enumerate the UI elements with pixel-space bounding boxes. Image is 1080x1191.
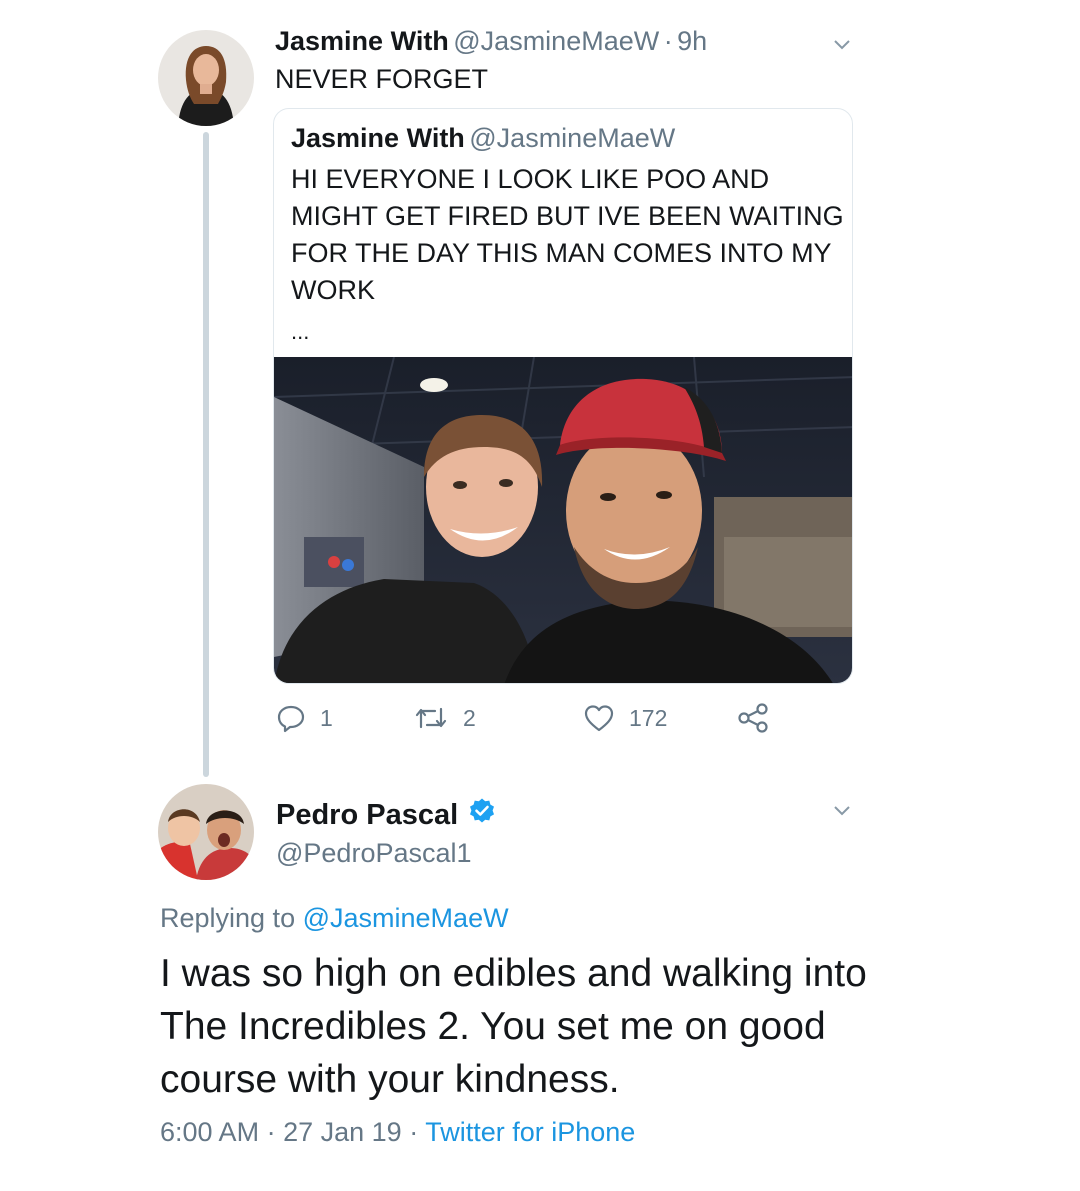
- replying-handle-link[interactable]: @JasmineMaeW: [303, 903, 509, 933]
- tweet-date[interactable]: 27 Jan 19: [283, 1117, 402, 1147]
- quoted-author-handle: @JasmineMaeW: [469, 123, 676, 153]
- avatar-jasmine[interactable]: [158, 30, 254, 126]
- quoted-author-name: Jasmine With: [291, 123, 465, 153]
- reply-count: 1: [320, 704, 333, 731]
- separator: ·: [409, 1117, 419, 1147]
- tweet1-header: Jasmine With @JasmineMaeW · 9h: [275, 26, 707, 57]
- like-icon: [583, 703, 615, 733]
- like-count: 172: [629, 704, 668, 731]
- quoted-tweet-more: ...: [291, 319, 310, 344]
- chevron-down-icon[interactable]: [831, 34, 853, 56]
- tweet-meta: 6:00 AM · 27 Jan 19 · Twitter for iPhone: [160, 1117, 635, 1148]
- thread-line: [203, 132, 209, 777]
- retweet-icon: [413, 703, 449, 733]
- quoted-tweet-photo[interactable]: [274, 356, 852, 683]
- tweet-text: NEVER FORGET: [275, 64, 489, 94]
- author-name[interactable]: Jasmine With: [275, 26, 449, 56]
- separator: ·: [663, 26, 673, 56]
- author-handle[interactable]: @JasmineMaeW: [453, 26, 659, 56]
- quoted-tweet-card[interactable]: Jasmine With @JasmineMaeW HI EVERYONE I …: [273, 108, 853, 684]
- author-name[interactable]: Pedro Pascal: [276, 799, 458, 832]
- replying-prefix: Replying to: [160, 903, 296, 933]
- avatar-pedro[interactable]: [158, 784, 254, 880]
- reply-icon: [276, 703, 306, 733]
- quoted-tweet-header: Jasmine With @JasmineMaeW: [291, 123, 675, 154]
- retweet-count: 2: [463, 704, 476, 731]
- quoted-tweet-text: HI EVERYONE I LOOK LIKE POO AND MIGHT GE…: [291, 164, 844, 305]
- replying-to: Replying to @JasmineMaeW: [160, 903, 509, 934]
- tweet2-author[interactable]: Pedro Pascal: [276, 797, 496, 833]
- tweet-text: I was so high on edibles and walking int…: [160, 952, 867, 1101]
- chevron-down-icon[interactable]: [831, 800, 853, 822]
- separator: ·: [266, 1117, 276, 1147]
- share-icon: [737, 703, 769, 733]
- tweet-time[interactable]: 9h: [677, 26, 707, 56]
- retweet-action[interactable]: 2: [413, 703, 476, 733]
- tweet-time[interactable]: 6:00 AM: [160, 1117, 259, 1147]
- author-handle[interactable]: @PedroPascal1: [276, 838, 472, 869]
- tweet-source-link[interactable]: Twitter for iPhone: [425, 1117, 635, 1147]
- verified-badge-icon: [468, 797, 496, 833]
- reply-action[interactable]: 1: [276, 703, 333, 733]
- like-action[interactable]: 172: [583, 703, 667, 733]
- share-action[interactable]: [737, 703, 769, 733]
